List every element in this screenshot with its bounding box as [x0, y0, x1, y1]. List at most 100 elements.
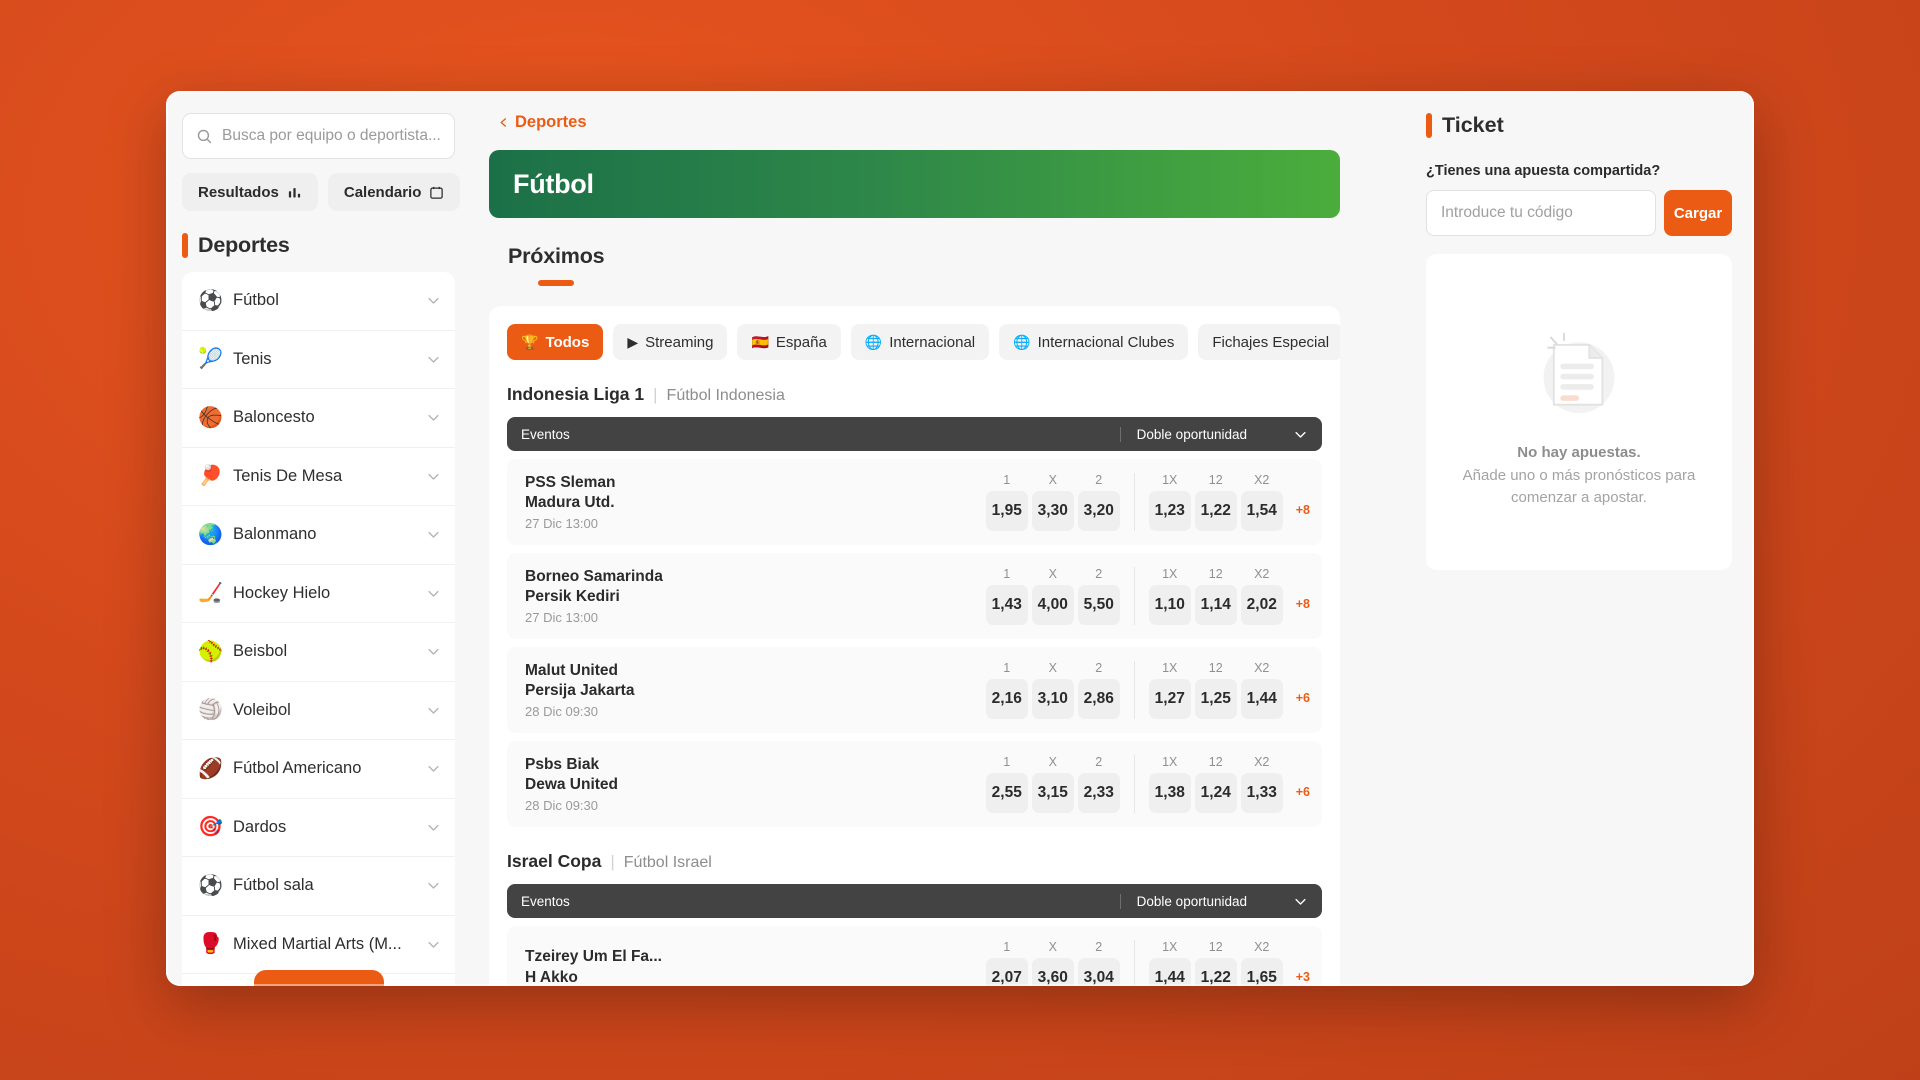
search-input[interactable]	[222, 127, 441, 145]
sport-icon: 🏈	[198, 757, 223, 780]
accent-bar	[182, 233, 188, 258]
calendar-icon	[430, 186, 444, 199]
table-row[interactable]: Malut United Persija Jakarta 28 Dic 09:3…	[507, 647, 1322, 733]
more-markets-badge[interactable]: +3	[1296, 970, 1310, 984]
sidebar-item-f-tbol-americano[interactable]: 🏈 Fútbol Americano	[182, 740, 455, 799]
chevron-down-icon	[1295, 898, 1306, 905]
odd-cell-2[interactable]: 2 3,04	[1077, 940, 1120, 986]
filter-chip-internacional-clubes[interactable]: 🌐 Internacional Clubes	[999, 324, 1189, 360]
market-selector[interactable]: Doble oportunidad	[1119, 426, 1308, 442]
odd-cell-1X[interactable]: 1X 1,27	[1148, 661, 1191, 719]
odd-value: 1,38	[1148, 773, 1191, 813]
odd-cell-12[interactable]: 12 1,24	[1194, 755, 1237, 813]
odd-cell-X[interactable]: X 3,10	[1031, 661, 1074, 719]
odd-cell-1X[interactable]: 1X 1,38	[1148, 755, 1191, 813]
odd-label: 12	[1208, 567, 1223, 581]
table-row[interactable]: Borneo Samarinda Persik Kediri 27 Dic 13…	[507, 553, 1322, 639]
odd-label: 1	[1003, 567, 1011, 581]
chevron-down-icon	[428, 590, 439, 597]
odd-cell-12[interactable]: 12 1,25	[1194, 661, 1237, 719]
filter-chip-internacional[interactable]: 🌐 Internacional	[850, 324, 990, 360]
odd-cell-2[interactable]: 2 2,86	[1077, 661, 1120, 719]
sport-icon: 🏒	[198, 582, 223, 605]
table-row[interactable]: Tzeirey Um El Fa... H Akko 1 2,07 X 3,60	[507, 926, 1322, 986]
odd-cell-1[interactable]: 1 2,16	[985, 661, 1028, 719]
odd-value: 3,30	[1031, 491, 1074, 531]
sidebar-item-f-tbol-sala[interactable]: ⚽ Fútbol sala	[182, 857, 455, 916]
odd-value: 5,50	[1077, 585, 1120, 625]
market-selector[interactable]: Doble oportunidad	[1119, 893, 1308, 909]
sidebar-item-tenis-de-mesa[interactable]: 🏓 Tenis De Mesa	[182, 448, 455, 506]
filter-chip-todos[interactable]: 🏆 Todos	[507, 324, 604, 360]
odd-cell-X[interactable]: X 3,15	[1031, 755, 1074, 813]
odd-cell-1[interactable]: 1 1,95	[985, 473, 1028, 531]
league-subtitle: Fútbol Indonesia	[666, 387, 785, 404]
odd-cell-1X[interactable]: 1X 1,44	[1148, 940, 1191, 986]
load-code-button[interactable]: Cargar	[1664, 190, 1732, 236]
search-box[interactable]	[182, 113, 455, 159]
sidebar-item-label: Dardos	[233, 817, 287, 836]
sidebar-item-f-tbol[interactable]: ⚽ Fútbol	[182, 272, 455, 331]
away-team: Persija Jakarta	[525, 682, 635, 699]
sidebar-item-label: Balonmano	[233, 525, 317, 544]
odd-cell-12[interactable]: 12 1,22	[1194, 473, 1237, 531]
more-markets-badge[interactable]: +6	[1296, 785, 1310, 799]
empty-ticket-icon	[1543, 333, 1615, 414]
more-markets-badge[interactable]: +8	[1296, 597, 1310, 611]
odd-cell-1[interactable]: 1 1,43	[985, 567, 1028, 625]
resultados-button[interactable]: Resultados	[182, 173, 318, 211]
filter-chip-espa-a[interactable]: 🇪🇸 España	[737, 324, 841, 360]
odd-cell-2[interactable]: 2 2,33	[1077, 755, 1120, 813]
table-row[interactable]: PSS Sleman Madura Utd. 27 Dic 13:00 1 1,…	[507, 459, 1322, 545]
home-team: Malut United	[525, 661, 618, 679]
odd-label: 1	[1003, 661, 1011, 675]
odd-cell-1[interactable]: 1 2,07	[985, 940, 1028, 986]
sidebar-item-tenis[interactable]: 🎾 Tenis	[182, 331, 455, 389]
odd-value: 1,24	[1194, 773, 1237, 813]
odd-cell-1X[interactable]: 1X 1,10	[1148, 567, 1191, 625]
app-window: Resultados Calendario Deportes ⚽ F	[166, 91, 1754, 986]
filter-icon: 🌐	[864, 334, 883, 350]
odd-value: 1,14	[1194, 585, 1237, 625]
event-datetime: 28 Dic 09:30	[525, 798, 598, 814]
chevron-down-icon	[428, 883, 439, 889]
odd-cell-X2[interactable]: X2 1,54	[1240, 473, 1283, 531]
odd-cell-2[interactable]: 2 5,50	[1077, 567, 1120, 625]
odd-cell-1[interactable]: 1 2,55	[985, 755, 1028, 813]
odd-cell-X2[interactable]: X2 1,65	[1240, 940, 1283, 986]
sidebar-item-baloncesto[interactable]: 🏀 Baloncesto	[182, 389, 455, 448]
odd-cell-X2[interactable]: X2 1,33	[1240, 755, 1283, 813]
odd-cell-X[interactable]: X 3,30	[1031, 473, 1074, 531]
odd-cell-X[interactable]: X 4,00	[1031, 567, 1074, 625]
odd-cell-X[interactable]: X 3,60	[1031, 940, 1074, 986]
upcoming-tab[interactable]: Próximos	[508, 244, 605, 286]
sidebar-item-label: Fútbol	[233, 291, 279, 310]
odd-cell-12[interactable]: 12 1,14	[1194, 567, 1237, 625]
breadcrumb-back[interactable]: Deportes	[498, 113, 587, 132]
table-row[interactable]: Psbs Biak Dewa United 28 Dic 09:30 1 2,5…	[507, 741, 1322, 827]
sidebar-item-mixed-martial-arts-m[interactable]: 🥊 Mixed Martial Arts (M...	[182, 916, 455, 974]
odd-cell-X2[interactable]: X2 2,02	[1240, 567, 1283, 625]
odd-cell-X2[interactable]: X2 1,44	[1240, 661, 1283, 719]
sidebar-item-dardos[interactable]: 🎯 Dardos	[182, 799, 455, 857]
odd-cell-1X[interactable]: 1X 1,23	[1148, 473, 1191, 531]
shared-code-input[interactable]	[1426, 190, 1656, 236]
odd-cell-12[interactable]: 12 1,22	[1194, 940, 1237, 986]
sidebar-item-voleibol[interactable]: 🏐 Voleibol	[182, 682, 455, 740]
sidebar-item-label: Hockey Hielo	[233, 583, 331, 602]
odd-label: X2	[1254, 567, 1270, 581]
sidebar-item-balonmano[interactable]: 🌏 Balonmano	[182, 506, 455, 565]
filter-chip-fichajes-especial[interactable]: Fichajes Especial	[1198, 324, 1340, 360]
event-teams: PSS Sleman Madura Utd. 27 Dic 13:00	[525, 473, 986, 532]
accent-bar	[1426, 113, 1432, 138]
odds-group-double-chance: 1X 1,27 12 1,25 X2 1,44	[1133, 661, 1283, 719]
more-markets-badge[interactable]: +6	[1296, 691, 1310, 705]
sidebar-item-hockey-hielo[interactable]: 🏒 Hockey Hielo	[182, 565, 455, 623]
more-markets-badge[interactable]: +8	[1296, 503, 1310, 517]
calendario-button[interactable]: Calendario	[327, 173, 461, 211]
odd-cell-2[interactable]: 2 3,20	[1077, 473, 1120, 531]
chevron-down-icon	[428, 649, 439, 655]
sidebar-item-beisbol[interactable]: 🥎 Beisbol	[182, 623, 455, 682]
filter-chip-streaming[interactable]: ▶ Streaming	[613, 324, 728, 360]
sidebar-floating-tab[interactable]	[253, 970, 384, 986]
